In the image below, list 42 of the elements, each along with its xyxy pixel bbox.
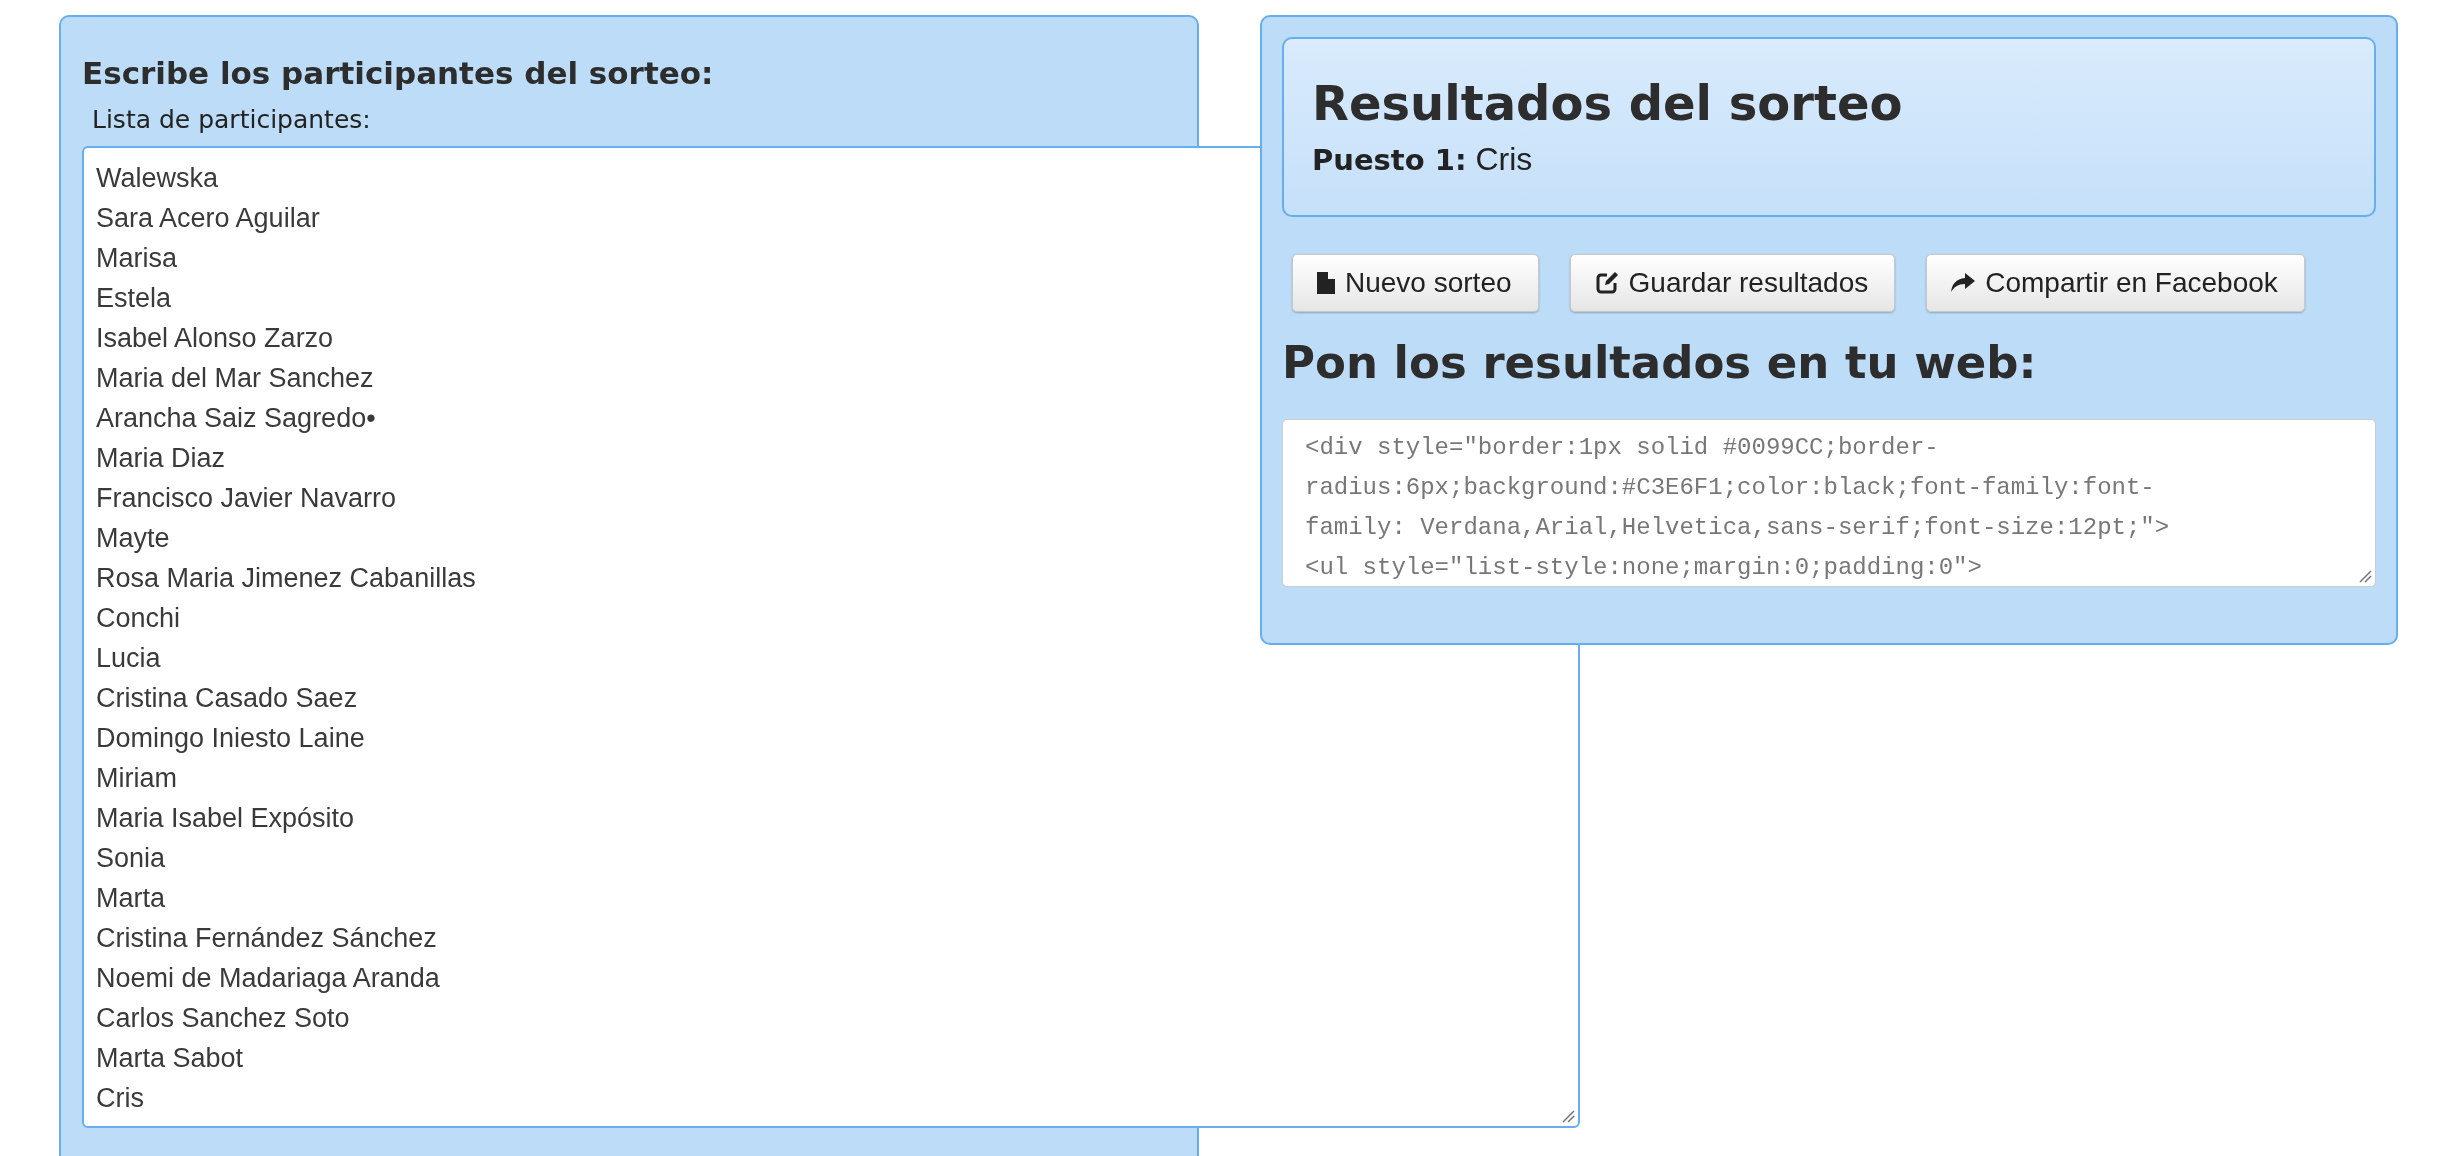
result-place: Puesto 1: Cris [1312, 141, 1533, 178]
code-line: radius:6px;background:#C3E6F1;color:black;font-family:font- [1305, 473, 2155, 503]
participant-name: Francisco Javier Navarro [96, 482, 397, 515]
participant-name: Marta [96, 882, 166, 915]
participant-name: Cristina Casado Saez [96, 682, 358, 715]
code-line: family: Verdana,Arial,Helvetica,sans-serif;font-size:12pt;"> [1305, 513, 2170, 543]
participant-name: Conchi [96, 602, 181, 635]
participant-name: Arancha Saiz Sagredo• [96, 402, 376, 435]
participant-name: Sonia [96, 842, 166, 875]
edit-icon [1594, 271, 1619, 295]
code-line: <div style="border:1px solid #0099CC;border- [1305, 433, 1939, 463]
participant-name: Noemi de Madariaga Aranda [96, 962, 440, 995]
new-draw-button[interactable]: Nuevo sorteo [1292, 254, 1539, 312]
participant-name: Walewska [96, 162, 219, 195]
share-button[interactable]: Compartir en Facebook [1926, 254, 2305, 312]
participant-name: Lucia [96, 642, 161, 675]
participant-name: Estela [96, 282, 172, 315]
participant-name: Marta Sabot [96, 1042, 244, 1075]
participant-name: Miriam [96, 762, 177, 795]
resize-grip-icon[interactable] [1561, 1109, 1575, 1123]
participant-name: Maria Diaz [96, 442, 226, 475]
resize-grip-icon[interactable] [2358, 569, 2372, 583]
participant-name: Cristina Fernández Sánchez [96, 922, 437, 955]
participant-name: Cris [96, 1082, 144, 1115]
participant-name: Carlos Sanchez Soto [96, 1002, 350, 1035]
participant-name: Mayte [96, 522, 170, 555]
results-heading: Resultados del sorteo [1312, 75, 1904, 131]
participant-name: Domingo Iniesto Laine [96, 722, 365, 755]
field-label: Lista de participantes: [92, 105, 371, 134]
participant-name: Rosa Maria Jimenez Cabanillas [96, 562, 476, 595]
participant-name: Sara Acero Aguilar [96, 202, 320, 235]
embed-code-field[interactable] [1282, 419, 2376, 587]
code-line: <ul style="list-style:none;margin:0;padding:0"> [1305, 553, 1982, 583]
participant-name: Isabel Alonso Zarzo [96, 322, 334, 355]
panel-heading: Escribe los participantes del sorteo: [82, 55, 715, 91]
participant-name: Marisa [96, 242, 177, 275]
participant-name: Maria Isabel Expósito [96, 802, 355, 835]
participant-name: Maria del Mar Sanchez [96, 362, 374, 395]
save-results-button[interactable]: Guardar resultados [1569, 254, 1896, 312]
document-icon [1317, 272, 1335, 294]
embed-heading: Pon los resultados en tu web: [1282, 336, 2038, 389]
share-arrow-icon [1951, 273, 1976, 293]
